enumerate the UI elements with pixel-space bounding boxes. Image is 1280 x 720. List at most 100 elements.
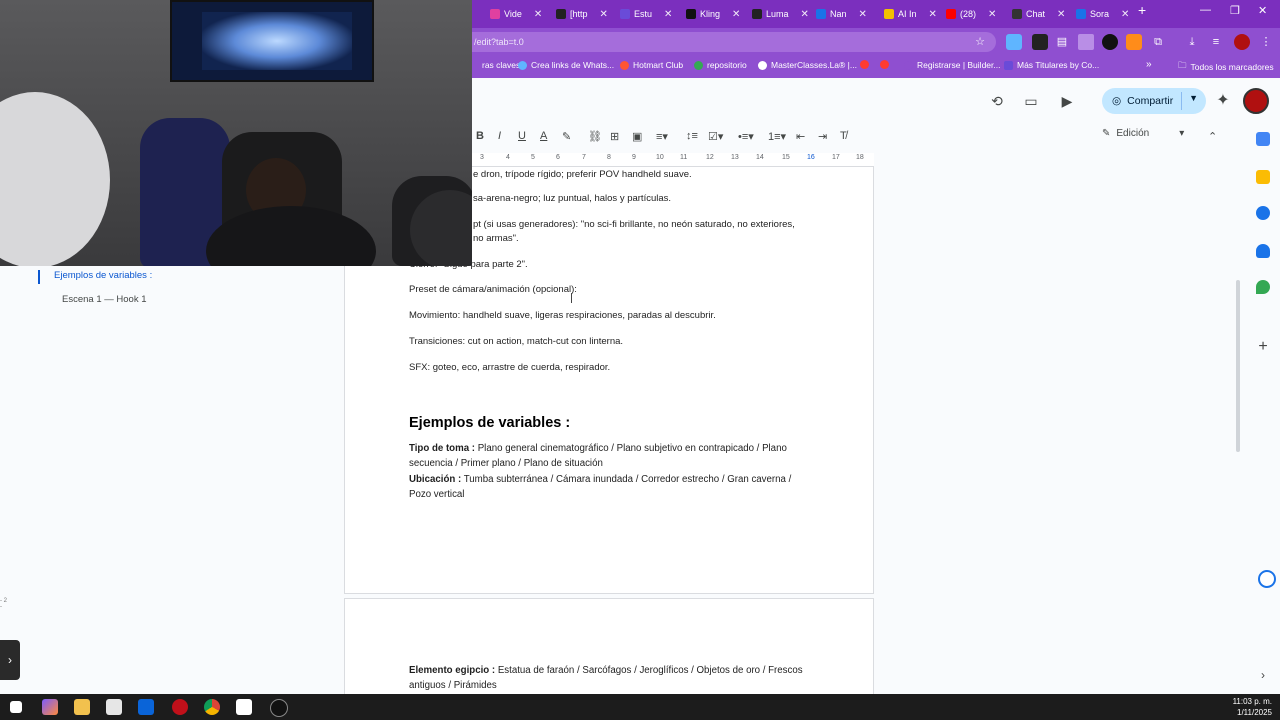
line-spacing-icon[interactable]: ↕≡ bbox=[686, 130, 698, 142]
chevron-down-icon[interactable]: ▼ bbox=[1189, 93, 1198, 103]
underline-icon[interactable]: U bbox=[518, 130, 526, 142]
close-tab-icon[interactable]: ✕ bbox=[732, 9, 740, 20]
maps-icon[interactable] bbox=[1256, 280, 1270, 294]
browser-menu-icon[interactable]: ⋮ bbox=[1258, 34, 1274, 50]
expand-panel-button[interactable]: › bbox=[0, 640, 20, 680]
tasks-icon[interactable] bbox=[1256, 206, 1270, 220]
tab-title: Kling bbox=[700, 9, 721, 19]
system-clock[interactable]: 11:03 p. m. 1/11/2025 bbox=[1233, 696, 1272, 718]
capcut-icon[interactable] bbox=[236, 699, 252, 715]
extension-icon[interactable] bbox=[1078, 34, 1094, 50]
align-icon[interactable]: ≡▾ bbox=[656, 130, 668, 143]
browser-tab[interactable]: Luma ✕ bbox=[752, 4, 809, 24]
new-tab-button[interactable]: + bbox=[1138, 2, 1146, 18]
gemini-sparkle-icon[interactable]: ✦ bbox=[1214, 92, 1232, 110]
bookmark-item[interactable]: Crea links de Whats... bbox=[518, 60, 614, 70]
start-icon[interactable] bbox=[10, 701, 22, 713]
close-tab-icon[interactable]: ✕ bbox=[600, 9, 608, 20]
bookmark-item[interactable]: ras claves bbox=[482, 60, 520, 70]
avatar[interactable] bbox=[1243, 88, 1269, 114]
download-icon[interactable]: ⤓ bbox=[1184, 34, 1200, 50]
numbered-list-icon[interactable]: 1≡▾ bbox=[768, 130, 786, 143]
checklist-icon[interactable]: ☑▾ bbox=[708, 130, 723, 143]
bookmark-item[interactable]: MasterClasses.La® |... bbox=[758, 60, 857, 70]
clear-formatting-icon[interactable]: T̸ bbox=[840, 130, 847, 142]
bookmark-item[interactable]: Hotmart Club bbox=[620, 60, 683, 70]
browser-tab[interactable]: Chat ✕ bbox=[1012, 4, 1065, 24]
profile-avatar-icon[interactable] bbox=[1234, 34, 1250, 50]
comments-icon[interactable]: ▭ bbox=[1022, 92, 1040, 110]
version-history-icon[interactable]: ⟲ bbox=[988, 92, 1006, 110]
outline-item-heading[interactable]: Ejemplos de variables : bbox=[54, 270, 152, 281]
bookmark-item[interactable]: Registrarse | Builder... bbox=[904, 60, 1000, 70]
share-button[interactable]: ◎ Compartir ▼ bbox=[1102, 88, 1206, 114]
bold-icon[interactable]: B bbox=[476, 130, 484, 142]
increase-indent-icon[interactable]: ⇥ bbox=[818, 130, 827, 143]
browser-tab[interactable]: [http ✕ bbox=[556, 4, 608, 24]
browser-tab[interactable]: Estu ✕ bbox=[620, 4, 672, 24]
close-tab-icon[interactable]: ✕ bbox=[1057, 9, 1065, 20]
extension-icon[interactable] bbox=[1032, 34, 1048, 50]
add-comment-icon[interactable]: ⊞ bbox=[610, 130, 619, 143]
close-tab-icon[interactable]: ✕ bbox=[929, 9, 937, 20]
browser-tab[interactable]: (28) ✕ bbox=[946, 4, 996, 24]
scrollbar-thumb[interactable] bbox=[1236, 280, 1240, 452]
add-addon-icon[interactable]: + bbox=[1256, 339, 1270, 355]
highlight-icon[interactable]: ✎ bbox=[562, 130, 571, 143]
file-explorer-icon[interactable] bbox=[74, 699, 90, 715]
extension-icon[interactable]: ▤ bbox=[1054, 34, 1070, 50]
bookmark-item[interactable]: repositorio bbox=[694, 60, 747, 70]
minimize-icon[interactable]: — bbox=[1200, 4, 1211, 16]
browser-tab[interactable]: Vide ✕ bbox=[490, 4, 542, 24]
close-tab-icon[interactable]: ✕ bbox=[664, 9, 672, 20]
editing-mode-dropdown[interactable]: ✎ Edición ▾ bbox=[1102, 128, 1184, 139]
keep-icon[interactable] bbox=[1256, 170, 1270, 184]
close-tab-icon[interactable]: ✕ bbox=[1121, 9, 1129, 20]
close-tab-icon[interactable]: ✕ bbox=[859, 9, 867, 20]
app-icon[interactable] bbox=[172, 699, 188, 715]
chrome-icon[interactable] bbox=[204, 699, 220, 715]
decrease-indent-icon[interactable]: ⇤ bbox=[796, 130, 805, 143]
close-tab-icon[interactable]: ✕ bbox=[534, 9, 542, 20]
extension-icon[interactable] bbox=[1006, 34, 1022, 50]
outline-item-subheading[interactable]: Escena 1 — Hook 1 bbox=[62, 294, 147, 305]
obs-icon[interactable] bbox=[270, 699, 288, 717]
document-page[interactable]: Elemento egipcio : Estatua de faraón / S… bbox=[344, 598, 874, 698]
horizontal-ruler[interactable]: 3 4 5 6 7 8 9 10 11 12 13 14 15 16 17 18 bbox=[472, 153, 874, 167]
browser-tab[interactable]: Kling ✕ bbox=[686, 4, 740, 24]
contacts-icon[interactable] bbox=[1256, 244, 1270, 258]
collapse-toolbar-icon[interactable]: ⌃ bbox=[1208, 130, 1217, 143]
calendar-icon[interactable] bbox=[1256, 132, 1270, 146]
browser-tab[interactable]: Nan ✕ bbox=[816, 4, 867, 24]
assistant-icon[interactable] bbox=[1258, 570, 1276, 588]
bookmark-star-icon[interactable]: ☆ bbox=[972, 34, 988, 50]
browser-tab[interactable]: Sora ✕ bbox=[1076, 4, 1129, 24]
globe-icon: ◎ bbox=[1112, 95, 1122, 107]
close-tab-icon[interactable]: ✕ bbox=[988, 9, 996, 20]
meet-video-icon[interactable]: ▶ bbox=[1058, 92, 1076, 110]
store-icon[interactable] bbox=[106, 699, 122, 715]
text-color-icon[interactable]: A bbox=[540, 130, 547, 142]
insert-image-icon[interactable]: ▣ bbox=[632, 130, 642, 143]
link-icon[interactable]: ⛓ bbox=[588, 130, 602, 143]
maximize-icon[interactable]: ❐ bbox=[1230, 4, 1240, 17]
bookmark-item[interactable] bbox=[880, 60, 889, 69]
bookmark-item[interactable] bbox=[860, 60, 869, 69]
italic-icon[interactable]: I bbox=[498, 130, 501, 142]
close-window-icon[interactable]: ✕ bbox=[1258, 4, 1267, 17]
media-icon[interactable]: ≡ bbox=[1208, 34, 1224, 50]
extension-icon[interactable] bbox=[1102, 34, 1118, 50]
browser-tab[interactable]: AI In ✕ bbox=[884, 4, 937, 24]
all-bookmarks-button[interactable]: 🗀 Todos los marcadores bbox=[1178, 60, 1274, 74]
tab-favicon-icon bbox=[752, 9, 762, 19]
more-bookmarks-icon[interactable]: » bbox=[1146, 59, 1152, 70]
bookmark-item[interactable]: Más Titulares by Co... bbox=[1004, 60, 1099, 70]
chevron-right-icon[interactable]: › bbox=[1256, 668, 1270, 682]
outlook-icon[interactable] bbox=[138, 699, 154, 715]
bulleted-list-icon[interactable]: •≡▾ bbox=[738, 130, 754, 143]
url-field[interactable]: /edit?tab=t.0 bbox=[460, 32, 996, 52]
extensions-puzzle-icon[interactable]: ⧉ bbox=[1150, 34, 1166, 50]
extension-icon[interactable] bbox=[1126, 34, 1142, 50]
close-tab-icon[interactable]: ✕ bbox=[801, 9, 809, 20]
copilot-icon[interactable] bbox=[42, 699, 58, 715]
